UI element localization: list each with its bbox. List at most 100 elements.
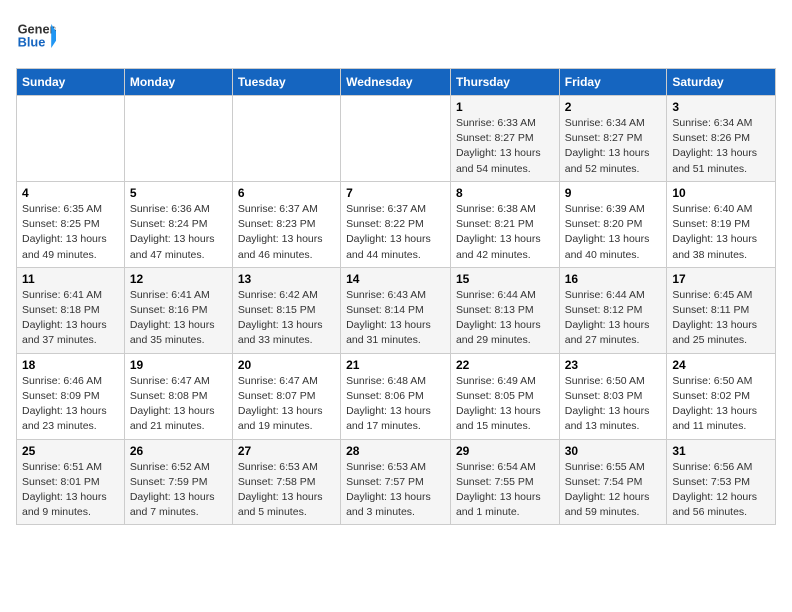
day-number: 19 (130, 358, 227, 372)
calendar-cell (124, 96, 232, 182)
calendar-week-1: 1 Sunrise: 6:33 AM Sunset: 8:27 PM Daylig… (17, 96, 776, 182)
calendar-cell: 2 Sunrise: 6:34 AM Sunset: 8:27 PM Daylig… (559, 96, 667, 182)
day-number: 3 (672, 100, 770, 114)
cell-info: Sunrise: 6:52 AM Sunset: 7:59 PM Dayligh… (130, 460, 227, 521)
cell-info: Sunrise: 6:38 AM Sunset: 8:21 PM Dayligh… (456, 202, 554, 263)
weekday-sunday: Sunday (17, 69, 125, 96)
day-number: 22 (456, 358, 554, 372)
day-number: 15 (456, 272, 554, 286)
calendar-week-2: 4 Sunrise: 6:35 AM Sunset: 8:25 PM Daylig… (17, 181, 776, 267)
calendar-cell: 12Sunrise: 6:41 AM Sunset: 8:16 PM Dayli… (124, 267, 232, 353)
cell-info: Sunrise: 6:40 AM Sunset: 8:19 PM Dayligh… (672, 202, 770, 263)
cell-info: Sunrise: 6:54 AM Sunset: 7:55 PM Dayligh… (456, 460, 554, 521)
calendar-cell: 10 Sunrise: 6:40 AM Sunset: 8:19 PM Dayli… (667, 181, 776, 267)
svg-text:Blue: Blue (18, 34, 46, 49)
calendar-cell: 22 Sunrise: 6:49 AM Sunset: 8:05 PM Dayli… (450, 353, 559, 439)
cell-info: Sunrise: 6:47 AM Sunset: 8:08 PM Dayligh… (130, 374, 227, 435)
calendar-cell: 3Sunrise: 6:34 AM Sunset: 8:26 PM Daylig… (667, 96, 776, 182)
calendar-cell: 20 Sunrise: 6:47 AM Sunset: 8:07 PM Dayli… (232, 353, 340, 439)
calendar-cell: 17Sunrise: 6:45 AM Sunset: 8:11 PM Dayli… (667, 267, 776, 353)
calendar-week-4: 18 Sunrise: 6:46 AM Sunset: 8:09 PM Dayli… (17, 353, 776, 439)
cell-info: Sunrise: 6:37 AM Sunset: 8:23 PM Dayligh… (238, 202, 335, 263)
calendar-cell: 11 Sunrise: 6:41 AM Sunset: 8:18 PM Dayli… (17, 267, 125, 353)
calendar-cell (341, 96, 451, 182)
day-number: 5 (130, 186, 227, 200)
cell-info: Sunrise: 6:36 AM Sunset: 8:24 PM Dayligh… (130, 202, 227, 263)
day-number: 7 (346, 186, 445, 200)
calendar-cell: 30Sunrise: 6:55 AM Sunset: 7:54 PM Dayli… (559, 439, 667, 525)
day-number: 23 (565, 358, 662, 372)
calendar-week-3: 11 Sunrise: 6:41 AM Sunset: 8:18 PM Dayli… (17, 267, 776, 353)
day-number: 6 (238, 186, 335, 200)
calendar-cell: 6 Sunrise: 6:37 AM Sunset: 8:23 PM Daylig… (232, 181, 340, 267)
calendar-cell: 26 Sunrise: 6:52 AM Sunset: 7:59 PM Dayli… (124, 439, 232, 525)
weekday-saturday: Saturday (667, 69, 776, 96)
cell-info: Sunrise: 6:34 AM Sunset: 8:27 PM Dayligh… (565, 116, 662, 177)
cell-info: Sunrise: 6:50 AM Sunset: 8:02 PM Dayligh… (672, 374, 770, 435)
weekday-monday: Monday (124, 69, 232, 96)
cell-info: Sunrise: 6:43 AM Sunset: 8:14 PM Dayligh… (346, 288, 445, 349)
day-number: 18 (22, 358, 119, 372)
calendar-cell: 21 Sunrise: 6:48 AM Sunset: 8:06 PM Dayli… (341, 353, 451, 439)
calendar-cell: 1 Sunrise: 6:33 AM Sunset: 8:27 PM Daylig… (450, 96, 559, 182)
day-number: 26 (130, 444, 227, 458)
calendar-cell: 27 Sunrise: 6:53 AM Sunset: 7:58 PM Dayli… (232, 439, 340, 525)
calendar-cell: 25 Sunrise: 6:51 AM Sunset: 8:01 PM Dayli… (17, 439, 125, 525)
calendar-cell: 15Sunrise: 6:44 AM Sunset: 8:13 PM Dayli… (450, 267, 559, 353)
cell-info: Sunrise: 6:47 AM Sunset: 8:07 PM Dayligh… (238, 374, 335, 435)
calendar-cell: 24 Sunrise: 6:50 AM Sunset: 8:02 PM Dayli… (667, 353, 776, 439)
calendar-cell: 14Sunrise: 6:43 AM Sunset: 8:14 PM Dayli… (341, 267, 451, 353)
calendar-week-5: 25 Sunrise: 6:51 AM Sunset: 8:01 PM Dayli… (17, 439, 776, 525)
logo-icon: General Blue (16, 16, 56, 56)
day-number: 21 (346, 358, 445, 372)
cell-info: Sunrise: 6:49 AM Sunset: 8:05 PM Dayligh… (456, 374, 554, 435)
cell-info: Sunrise: 6:33 AM Sunset: 8:27 PM Dayligh… (456, 116, 554, 177)
calendar-cell: 8Sunrise: 6:38 AM Sunset: 8:21 PM Daylig… (450, 181, 559, 267)
calendar-cell: 16Sunrise: 6:44 AM Sunset: 8:12 PM Dayli… (559, 267, 667, 353)
cell-info: Sunrise: 6:46 AM Sunset: 8:09 PM Dayligh… (22, 374, 119, 435)
calendar-cell: 29 Sunrise: 6:54 AM Sunset: 7:55 PM Dayli… (450, 439, 559, 525)
weekday-tuesday: Tuesday (232, 69, 340, 96)
day-number: 9 (565, 186, 662, 200)
day-number: 4 (22, 186, 119, 200)
day-number: 13 (238, 272, 335, 286)
cell-info: Sunrise: 6:41 AM Sunset: 8:18 PM Dayligh… (22, 288, 119, 349)
calendar-body: 1 Sunrise: 6:33 AM Sunset: 8:27 PM Daylig… (17, 96, 776, 525)
calendar-cell (17, 96, 125, 182)
calendar-cell: 31 Sunrise: 6:56 AM Sunset: 7:53 PM Dayli… (667, 439, 776, 525)
day-number: 11 (22, 272, 119, 286)
cell-info: Sunrise: 6:56 AM Sunset: 7:53 PM Dayligh… (672, 460, 770, 521)
day-number: 20 (238, 358, 335, 372)
weekday-header-row: SundayMondayTuesdayWednesdayThursdayFrid… (17, 69, 776, 96)
cell-info: Sunrise: 6:37 AM Sunset: 8:22 PM Dayligh… (346, 202, 445, 263)
logo: General Blue (16, 16, 62, 56)
cell-info: Sunrise: 6:55 AM Sunset: 7:54 PM Dayligh… (565, 460, 662, 521)
day-number: 24 (672, 358, 770, 372)
cell-info: Sunrise: 6:53 AM Sunset: 7:57 PM Dayligh… (346, 460, 445, 521)
cell-info: Sunrise: 6:50 AM Sunset: 8:03 PM Dayligh… (565, 374, 662, 435)
calendar-cell: 23 Sunrise: 6:50 AM Sunset: 8:03 PM Dayli… (559, 353, 667, 439)
day-number: 29 (456, 444, 554, 458)
day-number: 27 (238, 444, 335, 458)
day-number: 17 (672, 272, 770, 286)
cell-info: Sunrise: 6:44 AM Sunset: 8:12 PM Dayligh… (565, 288, 662, 349)
cell-info: Sunrise: 6:48 AM Sunset: 8:06 PM Dayligh… (346, 374, 445, 435)
calendar-cell: 13Sunrise: 6:42 AM Sunset: 8:15 PM Dayli… (232, 267, 340, 353)
calendar-cell: 28 Sunrise: 6:53 AM Sunset: 7:57 PM Dayli… (341, 439, 451, 525)
day-number: 10 (672, 186, 770, 200)
page-header: General Blue (16, 16, 776, 56)
cell-info: Sunrise: 6:35 AM Sunset: 8:25 PM Dayligh… (22, 202, 119, 263)
calendar-cell: 7 Sunrise: 6:37 AM Sunset: 8:22 PM Daylig… (341, 181, 451, 267)
cell-info: Sunrise: 6:51 AM Sunset: 8:01 PM Dayligh… (22, 460, 119, 521)
calendar-cell (232, 96, 340, 182)
weekday-wednesday: Wednesday (341, 69, 451, 96)
day-number: 25 (22, 444, 119, 458)
calendar-cell: 9Sunrise: 6:39 AM Sunset: 8:20 PM Daylig… (559, 181, 667, 267)
weekday-thursday: Thursday (450, 69, 559, 96)
cell-info: Sunrise: 6:53 AM Sunset: 7:58 PM Dayligh… (238, 460, 335, 521)
day-number: 1 (456, 100, 554, 114)
day-number: 31 (672, 444, 770, 458)
day-number: 2 (565, 100, 662, 114)
calendar-cell: 19 Sunrise: 6:47 AM Sunset: 8:08 PM Dayli… (124, 353, 232, 439)
day-number: 28 (346, 444, 445, 458)
